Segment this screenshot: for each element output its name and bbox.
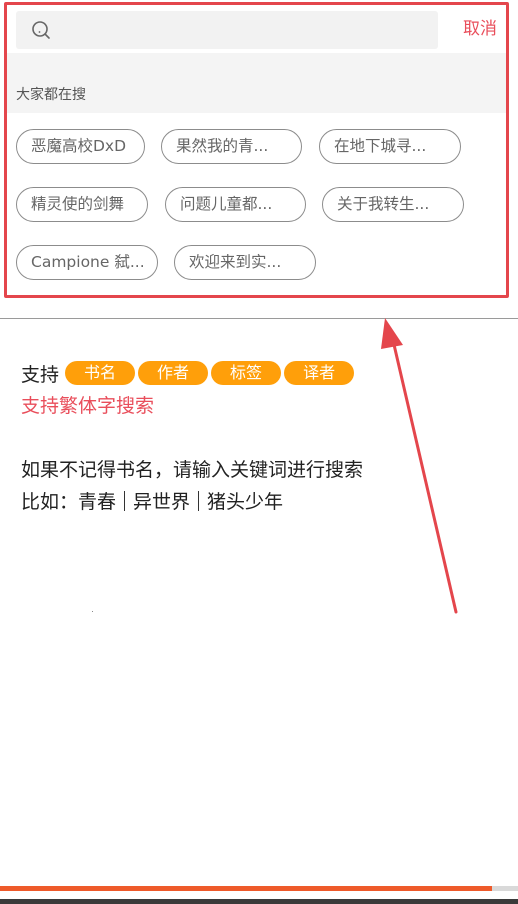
support-badge-title: 书名 <box>65 361 136 385</box>
example-prefix: 比如： <box>21 491 79 513</box>
support-label: 支持 <box>21 363 60 386</box>
progress-bar <box>0 886 518 891</box>
traditional-chinese-note: 支持繁体字搜索 <box>21 395 155 417</box>
hot-search-tags: 恶魔高校DxD 果然我的青... 在地下城寻... 精灵使的剑舞 问题儿童都..… <box>7 113 506 295</box>
support-line: 支持 书名 作者 标签 译者 <box>21 360 357 386</box>
example-keyword: 猪头少年 <box>207 491 284 513</box>
bottom-edge <box>0 899 518 904</box>
keyword-hint: 如果不记得书名，请输入关键词进行搜索 <box>21 459 364 481</box>
hot-search-header: 大家都在搜 <box>7 53 506 113</box>
search-bar: 取消 <box>7 5 506 53</box>
hot-tag[interactable]: 欢迎来到实... <box>174 245 316 280</box>
cancel-button[interactable]: 取消 <box>463 14 497 39</box>
divider <box>0 318 518 319</box>
example-keyword: 青春 <box>78 491 117 513</box>
example-separator <box>124 490 126 511</box>
hot-tag[interactable]: 关于我转生... <box>322 187 464 222</box>
example-separator <box>198 490 200 511</box>
support-badge-author: 作者 <box>138 361 209 385</box>
example-keyword: 异世界 <box>133 491 191 513</box>
hot-tag[interactable]: 恶魔高校DxD <box>16 129 145 164</box>
hot-tag[interactable]: Campione 弑... <box>16 245 158 280</box>
search-icon <box>32 21 50 39</box>
hot-tag[interactable]: 在地下城寻... <box>319 129 461 164</box>
support-badge-translator: 译者 <box>284 361 355 385</box>
speck <box>92 611 93 612</box>
search-box[interactable] <box>16 11 438 51</box>
support-badge-tag: 标签 <box>211 361 282 385</box>
hot-tag[interactable]: 问题儿童都... <box>165 187 306 222</box>
progress-fill <box>0 886 493 891</box>
example-line: 比如： 青春 异世界 猪头少年 <box>21 487 283 514</box>
hot-tag[interactable]: 果然我的青... <box>161 129 302 164</box>
hot-search-title: 大家都在搜 <box>16 87 86 103</box>
search-input[interactable] <box>62 11 436 51</box>
hot-tag[interactable]: 精灵使的剑舞 <box>16 187 148 222</box>
